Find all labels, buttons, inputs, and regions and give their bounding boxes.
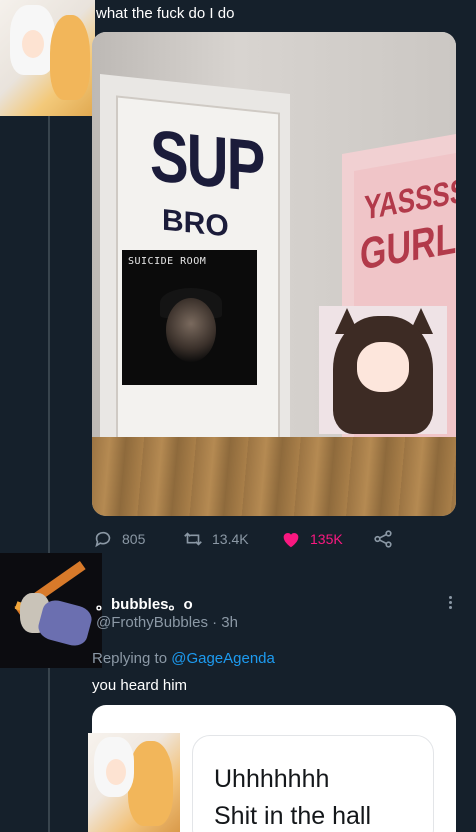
retweet-button[interactable]: 13.4K <box>182 528 249 550</box>
retweet-count: 13.4K <box>212 531 249 547</box>
share-icon <box>374 530 392 548</box>
like-count: 135K <box>310 531 343 547</box>
overlay-image-anime <box>319 306 447 434</box>
door-left-sign-line1: SUP <box>150 114 264 209</box>
reply-display-name[interactable]: 。bubbles。o <box>96 593 193 614</box>
share-button[interactable] <box>372 528 394 550</box>
thread-line <box>48 0 50 832</box>
tweet-actions: 805 13.4K 135K <box>92 528 462 552</box>
message-line1: Uhhhhhhh <box>214 765 330 793</box>
reply-button[interactable]: 805 <box>92 528 145 550</box>
reply-count: 805 <box>122 531 146 547</box>
more-options-icon[interactable] <box>444 596 456 612</box>
tweet-text: what the fuck do I do <box>96 5 235 22</box>
avatar[interactable] <box>0 553 102 668</box>
floor <box>92 437 456 516</box>
door-left-sign-line2: BRO <box>162 203 229 244</box>
avatar[interactable] <box>88 733 180 832</box>
reply-handle[interactable]: @FrothyBubbles · 3h <box>96 614 238 631</box>
replying-to-link[interactable]: @GageAgenda <box>171 650 275 667</box>
tweet-image[interactable]: SUP BRO YASSSS GURL SUICIDE ROOM <box>92 32 456 516</box>
heart-icon <box>283 533 299 548</box>
retweet-icon <box>184 532 202 546</box>
avatar[interactable] <box>0 0 95 116</box>
message-line2: Shit in the hall <box>214 802 372 830</box>
reply-text: you heard him <box>92 677 188 694</box>
like-button[interactable]: 135K <box>280 528 343 550</box>
replying-to: Replying to @GageAgenda <box>92 650 275 667</box>
reply-icon <box>95 531 111 548</box>
replying-prefix: Replying to <box>92 650 168 667</box>
overlay-image-dark: SUICIDE ROOM <box>122 250 257 385</box>
overlay-caption: SUICIDE ROOM <box>128 256 207 267</box>
